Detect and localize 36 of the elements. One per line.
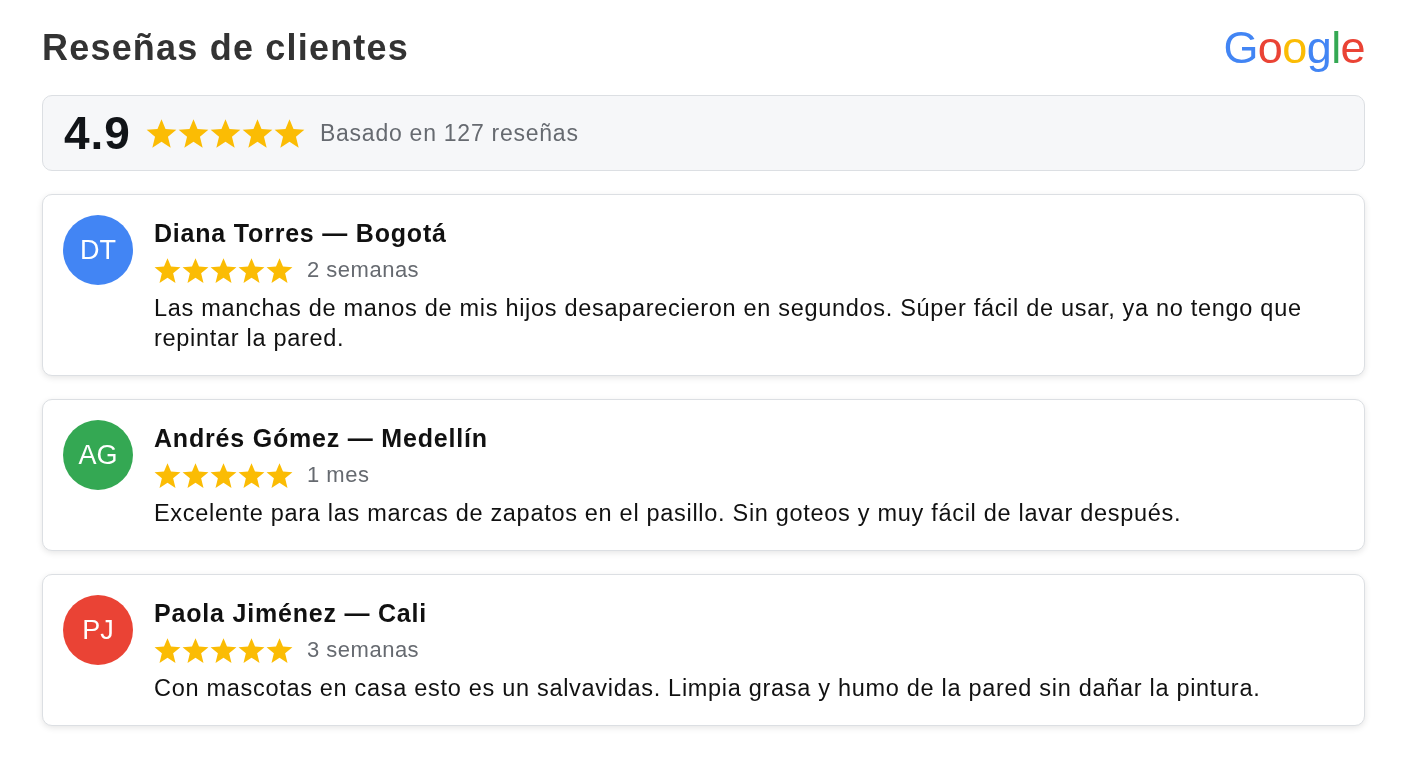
star-icon xyxy=(145,117,177,149)
star-icon xyxy=(266,461,293,489)
star-icon xyxy=(238,256,265,284)
page-title: Reseñas de clientes xyxy=(42,27,409,69)
avatar: PJ xyxy=(63,595,133,665)
star-icon xyxy=(273,117,305,149)
star-icon xyxy=(238,636,265,664)
star-icon xyxy=(209,117,241,149)
star-icon xyxy=(154,636,181,664)
review-count: Basado en 127 reseñas xyxy=(319,119,579,147)
star-icon xyxy=(266,256,293,284)
star-icon xyxy=(154,256,181,284)
star-icon xyxy=(154,461,181,489)
star-icon xyxy=(182,461,209,489)
review-time: 3 semanas xyxy=(307,637,420,663)
star-icon xyxy=(182,256,209,284)
average-rating: 4.9 xyxy=(64,106,131,160)
avatar: AG xyxy=(63,420,133,490)
review-text: Excelente para las marcas de zapatos en el pasillo. Sin goteos y muy fácil de lavar después. xyxy=(154,499,1182,528)
star-icon xyxy=(182,636,209,664)
star-icon xyxy=(241,117,273,149)
avatar: DT xyxy=(63,215,133,285)
review-text: Con mascotas en casa esto es un salvavidas. Limpia grasa y humo de la pared sin dañar la pintura. xyxy=(154,674,1261,703)
star-icon xyxy=(210,256,237,284)
review-time: 1 mes xyxy=(307,462,370,488)
brand-logo: Google xyxy=(1223,24,1365,70)
star-icon xyxy=(177,117,209,149)
star-icon xyxy=(210,461,237,489)
reviewer-name: Andrés Gómez — Medellín xyxy=(154,423,489,454)
review-time: 2 semanas xyxy=(307,257,420,283)
reviewer-name: Paola Jiménez — Cali xyxy=(154,598,429,629)
reviewer-name: Diana Torres — Bogotá xyxy=(154,218,448,249)
star-icon xyxy=(238,461,265,489)
review-text: Las manchas de manos de mis hijos desaparecieron en segundos. Súper fácil de usar, ya no tengo que repintar la pared. xyxy=(154,294,1303,353)
star-icon xyxy=(210,636,237,664)
star-icon xyxy=(266,636,293,664)
